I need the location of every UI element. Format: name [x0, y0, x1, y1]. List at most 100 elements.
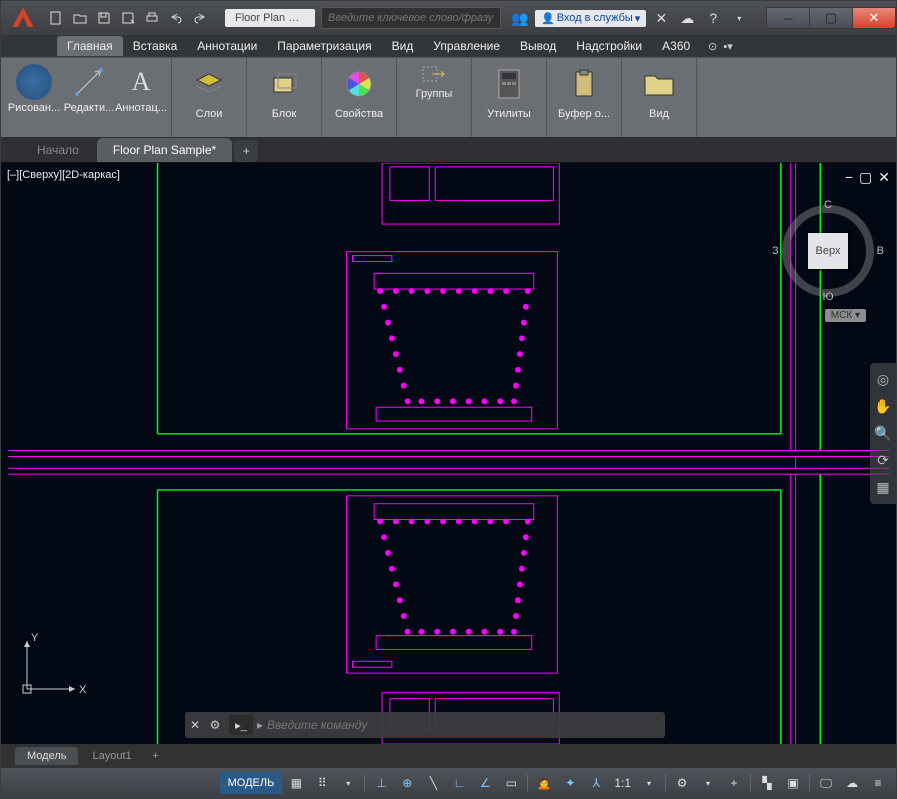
annovisibility-icon[interactable]: ✦ [558, 772, 582, 794]
tab-manage[interactable]: Управление [423, 36, 510, 56]
new-icon[interactable] [45, 7, 67, 29]
ucs-icon[interactable]: X Y [17, 629, 87, 704]
wcs-badge[interactable]: МСК ▾ [825, 309, 866, 322]
titlebar: Floor Plan S...▾ 👥 👤Вход в службы▾ ✕ ☁ ?… [1, 1, 896, 35]
exchange-icon[interactable]: ✕ [650, 7, 672, 29]
tab-view[interactable]: Вид [382, 36, 424, 56]
infocenter-icon[interactable]: 👥 [509, 7, 531, 29]
ortho-icon[interactable]: ⊥ [369, 772, 393, 794]
status-model-button[interactable]: МОДЕЛЬ [220, 772, 283, 794]
tab-home[interactable]: Главная [57, 36, 123, 56]
dropdown-icon[interactable]: ▾ [637, 772, 661, 794]
cloud-icon[interactable]: ☁ [840, 772, 864, 794]
viewcube-north[interactable]: С [824, 199, 832, 211]
lineweight-icon[interactable]: ▭ [499, 772, 523, 794]
expand-icon[interactable]: ▪▾ [723, 40, 732, 53]
pan-icon[interactable]: ✋ [874, 398, 891, 415]
close-button[interactable]: ✕ [852, 7, 896, 29]
isolate-icon[interactable]: ▚ [755, 772, 779, 794]
otrack-icon[interactable]: ∠ [473, 772, 497, 794]
annoauto-icon[interactable]: ⅄ [584, 772, 608, 794]
vp-close-icon[interactable]: ✕ [878, 169, 890, 186]
properties-button[interactable]: Свойства [330, 60, 388, 135]
doc-title-dropdown[interactable]: Floor Plan S...▾ [225, 9, 315, 27]
keyword-search[interactable] [321, 7, 501, 29]
cmdline-close-icon[interactable]: ✕ [185, 718, 205, 732]
maximize-button[interactable]: ▢ [809, 7, 853, 29]
tab-insert[interactable]: Вставка [123, 36, 188, 56]
view-button[interactable]: Вид [630, 60, 688, 135]
minimize-button[interactable]: ─ [766, 7, 810, 29]
clipboard-label: Буфер о... [558, 108, 610, 120]
cleanscreen-icon[interactable]: 🖵 [814, 772, 838, 794]
drawing-canvas[interactable]: [–][Сверху][2D-каркас] − ▢ ✕ Верх С Ю З … [1, 163, 896, 744]
keyword-search-input[interactable] [328, 12, 494, 24]
help-icon[interactable]: ? [702, 7, 724, 29]
viewcube-east[interactable]: В [877, 245, 884, 257]
layout-tab-model[interactable]: Модель [15, 747, 78, 765]
saveas-icon[interactable] [117, 7, 139, 29]
dropdown-icon[interactable]: ▾ [696, 772, 720, 794]
hardware-icon[interactable]: ▣ [781, 772, 805, 794]
command-input[interactable] [267, 718, 665, 732]
tab-annotate[interactable]: Аннотации [187, 36, 267, 56]
zoom-icon[interactable]: 🔍 [874, 425, 891, 442]
cmdline-prompt-icon[interactable]: ▸_ [229, 715, 253, 735]
print-icon[interactable] [141, 7, 163, 29]
utilities-button[interactable]: Утилиты [480, 60, 538, 135]
orbit-icon[interactable]: ⟳ [877, 452, 889, 469]
redo-icon[interactable] [189, 7, 211, 29]
undo-icon[interactable] [165, 7, 187, 29]
tab-output[interactable]: Вывод [510, 36, 566, 56]
tab-a360[interactable]: A360 [652, 36, 700, 56]
help-dropdown-icon[interactable]: ▾ [728, 7, 750, 29]
layout-tab-layout1[interactable]: Layout1 [80, 747, 143, 765]
a360-icon[interactable]: ☁ [676, 7, 698, 29]
focus-icon[interactable]: ⊙ [708, 40, 717, 53]
separator [750, 774, 751, 792]
layers-button[interactable]: Слои [180, 60, 238, 135]
annoscale-icon[interactable]: 🙍 [532, 772, 556, 794]
tab-addins[interactable]: Надстройки [566, 36, 652, 56]
annotation-button[interactable]: A Аннотац... [115, 60, 167, 122]
app-logo[interactable] [5, 3, 41, 33]
file-tab-start[interactable]: Начало [21, 138, 95, 162]
scale-button[interactable]: 1:1 [610, 772, 635, 794]
block-button[interactable]: Блок [255, 60, 313, 135]
command-line[interactable]: ✕ ⚙ ▸_ ▸ [185, 712, 665, 738]
isodraft-icon[interactable]: ╲ [421, 772, 445, 794]
file-tab-active[interactable]: Floor Plan Sample* [97, 138, 232, 162]
osnap-icon[interactable]: ∟ [447, 772, 471, 794]
signin-button[interactable]: 👤Вход в службы▾ [535, 10, 646, 27]
polar-icon[interactable]: ⊕ [395, 772, 419, 794]
save-icon[interactable] [93, 7, 115, 29]
monitor-icon[interactable]: + [722, 772, 746, 794]
clipboard-icon [566, 66, 602, 102]
panel-block: Блок [247, 58, 322, 137]
showmotion-icon[interactable]: ▦ [876, 479, 889, 496]
vp-minimize-icon[interactable]: − [845, 169, 853, 186]
viewcube-west[interactable]: З [772, 245, 779, 257]
dropdown-icon[interactable]: ▾ [336, 772, 360, 794]
viewcube-south[interactable]: Ю [822, 291, 833, 303]
modify-button[interactable]: Редакти... [63, 60, 115, 122]
snap-toggle-icon[interactable]: ⠿ [310, 772, 334, 794]
open-icon[interactable] [69, 7, 91, 29]
chevron-down-icon: ▾ [309, 14, 313, 23]
cmdline-options-icon[interactable]: ⚙ [205, 718, 225, 732]
file-tab-new[interactable]: + [234, 140, 258, 162]
viewport-label[interactable]: [–][Сверху][2D-каркас] [7, 169, 120, 181]
draw-button[interactable]: Рисован... [5, 60, 63, 122]
circle-icon [16, 64, 52, 100]
layout-tab-new[interactable]: + [146, 747, 166, 765]
clipboard-button[interactable]: Буфер о... [555, 60, 613, 135]
user-icon: 👤 [541, 12, 555, 25]
grid-toggle-icon[interactable]: ▦ [284, 772, 308, 794]
wheel-icon[interactable]: ◎ [877, 371, 889, 388]
viewcube[interactable]: Верх С Ю З В [778, 201, 878, 301]
customize-icon[interactable]: ≡ [866, 772, 890, 794]
workspace-icon[interactable]: ⚙ [670, 772, 694, 794]
tab-parametric[interactable]: Параметризация [267, 36, 381, 56]
vp-maximize-icon[interactable]: ▢ [859, 169, 872, 186]
groups-button[interactable]: Группы [405, 60, 463, 135]
